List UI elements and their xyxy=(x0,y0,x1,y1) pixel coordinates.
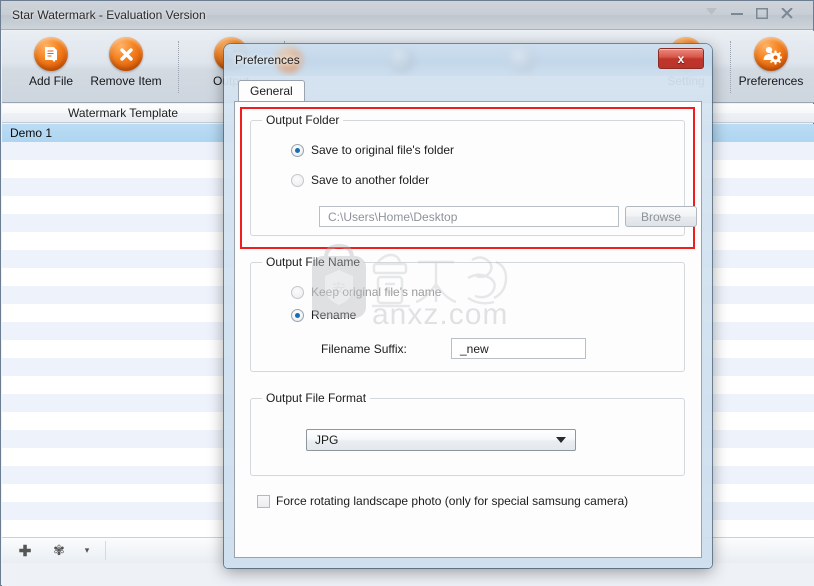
tab-area: General Output Folder Save to original f… xyxy=(234,80,702,558)
dialog-title: Preferences xyxy=(235,53,300,67)
group-output-file-name: Output File Name Keep original file's na… xyxy=(250,255,685,372)
radio-label: Keep original file's name xyxy=(311,285,442,299)
add-file-icon xyxy=(34,37,68,71)
column-header-watermark-template: Watermark Template xyxy=(67,106,179,120)
checkbox-label: Force rotating landscape photo (only for… xyxy=(276,494,629,508)
radio-label: Save to another folder xyxy=(311,173,430,187)
blurred-background-icon xyxy=(509,47,535,73)
browse-button[interactable]: Browse xyxy=(625,206,697,227)
radio-indicator xyxy=(291,308,304,322)
remove-item-icon xyxy=(109,37,143,71)
filename-suffix-label: Filename Suffix: xyxy=(321,342,407,356)
toolbar-button-remove-item[interactable]: Remove Item xyxy=(82,37,170,88)
filename-suffix-input[interactable]: _new xyxy=(451,338,586,359)
dialog-close-button[interactable]: x xyxy=(658,48,704,69)
radio-indicator xyxy=(291,285,304,299)
minimize-icon[interactable] xyxy=(723,3,750,23)
radio-keep-original-name[interactable]: Keep original file's name xyxy=(291,285,441,299)
toolbar-button-preferences[interactable]: Preferences xyxy=(727,37,814,88)
group-title-output-file-format: Output File Format xyxy=(262,391,371,405)
output-format-select[interactable]: JPG xyxy=(306,429,576,451)
maximize-icon[interactable] xyxy=(748,3,775,23)
preferences-dialog: Preferences x General Output Folder Save… xyxy=(224,44,712,568)
toolbar-separator xyxy=(178,41,179,93)
group-output-file-format: Output File Format JPG xyxy=(250,391,685,476)
template-settings-gear-icon[interactable]: ✾ xyxy=(42,538,76,563)
radio-save-original-folder[interactable]: Save to original file's folder xyxy=(291,143,454,157)
title-bar: Star Watermark - Evaluation Version xyxy=(1,1,813,30)
tab-strip: General xyxy=(234,80,702,102)
close-icon[interactable] xyxy=(773,3,800,23)
output-format-selected-value: JPG xyxy=(315,433,339,447)
chevron-down-icon xyxy=(556,437,566,443)
radio-rename[interactable]: Rename xyxy=(291,308,356,322)
bottom-toolbar-separator xyxy=(105,541,106,560)
group-title-output-file-name: Output File Name xyxy=(262,255,365,269)
tab-general[interactable]: General xyxy=(238,80,305,102)
radio-indicator xyxy=(291,173,304,187)
toolbar-label: Remove Item xyxy=(90,74,162,88)
blurred-background-icon xyxy=(389,47,415,73)
preferences-icon xyxy=(754,37,788,71)
radio-label: Rename xyxy=(311,308,357,322)
titlebar-dropdown-icon[interactable] xyxy=(698,3,725,23)
radio-label: Save to original file's folder xyxy=(311,143,455,157)
checkbox-indicator xyxy=(257,494,270,508)
tab-panel-general: Output Folder Save to original file's fo… xyxy=(234,101,702,558)
group-output-folder: Output Folder Save to original file's fo… xyxy=(250,113,697,236)
add-template-icon[interactable]: ✚ xyxy=(8,538,42,563)
output-folder-path-input[interactable]: C:\Users\Home\Desktop xyxy=(319,206,619,227)
group-title-output-folder: Output Folder xyxy=(262,113,344,127)
toolbar-label: Preferences xyxy=(738,74,804,88)
checkbox-force-rotate-landscape[interactable]: Force rotating landscape photo (only for… xyxy=(257,494,628,508)
window-title: Star Watermark - Evaluation Version xyxy=(12,8,206,22)
radio-indicator xyxy=(291,143,304,157)
radio-save-another-folder[interactable]: Save to another folder xyxy=(291,173,429,187)
chevron-down-icon[interactable]: ▾ xyxy=(76,538,98,563)
